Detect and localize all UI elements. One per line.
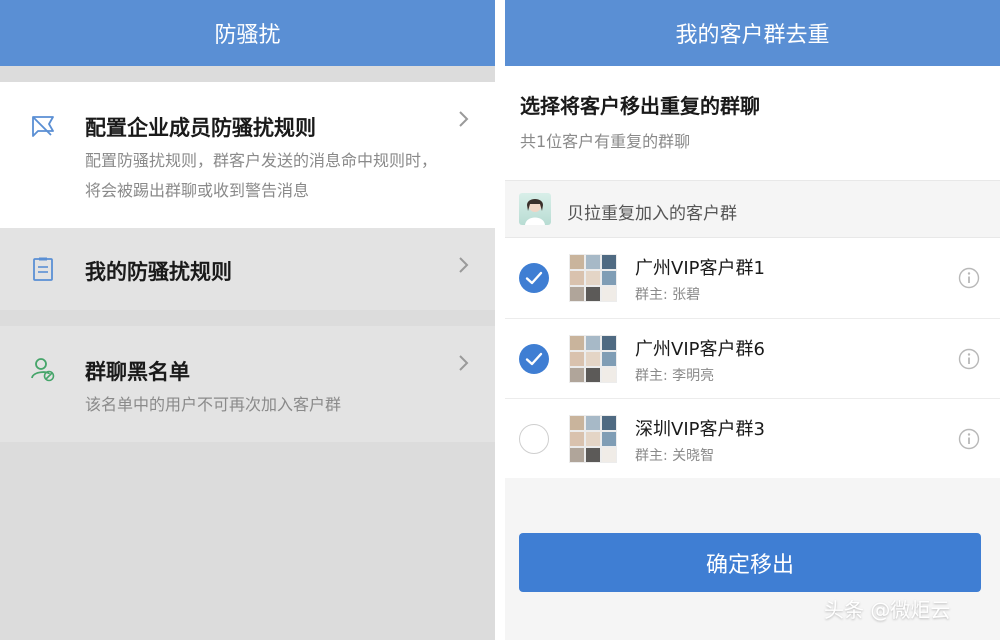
right-header-title: 我的客户群去重 <box>675 23 830 48</box>
page-subtitle: 共1位客户有重复的群聊 <box>520 132 691 151</box>
duplicate-customer-section: 贝拉重复加入的客户群 <box>505 180 1000 238</box>
clipboard-icon <box>33 257 53 281</box>
group-list: 广州VIP客户群1 群主: 张碧 广州VIP客户群6 群主: 李明亮 深圳VIP… <box>505 238 1000 478</box>
group-row[interactable]: 深圳VIP客户群3 群主: 关晓智 <box>505 398 1000 479</box>
checkbox-checked[interactable] <box>519 344 549 374</box>
group-avatar-grid <box>569 254 617 302</box>
confirm-remove-button[interactable]: 确定移出 <box>519 533 981 592</box>
info-icon[interactable] <box>958 348 980 370</box>
group-row[interactable]: 广州VIP客户群6 群主: 李明亮 <box>505 318 1000 399</box>
group-avatar-grid <box>569 415 617 463</box>
section-label: 贝拉重复加入的客户群 <box>567 204 737 224</box>
info-icon[interactable] <box>958 428 980 450</box>
group-owner: 群主: 关晓智 <box>635 448 715 464</box>
group-row[interactable]: 广州VIP客户群1 群主: 张碧 <box>505 238 1000 318</box>
right-panel: 我的客户群去重 选择将客户移出重复的群聊 共1位客户有重复的群聊 贝拉重复加入的… <box>505 0 1000 640</box>
customer-avatar <box>519 193 551 225</box>
checkmark-icon <box>525 271 543 285</box>
watermark: 头条 @微炬云 <box>824 598 951 622</box>
menu-item-my-rules[interactable]: 我的防骚扰规则 <box>0 228 495 310</box>
menu-item-configure-rules[interactable]: 配置企业成员防骚扰规则 配置防骚扰规则，群客户发送的消息命中规则时，将会被踢出群… <box>0 82 495 228</box>
group-owner: 群主: 李明亮 <box>635 368 715 384</box>
checkbox-unchecked[interactable] <box>519 424 549 454</box>
chevron-right-icon <box>459 355 469 371</box>
chevron-right-icon <box>459 257 469 273</box>
checkbox-checked[interactable] <box>519 263 549 293</box>
left-header: 防骚扰 <box>0 0 495 66</box>
group-name: 广州VIP客户群1 <box>635 258 765 279</box>
checkmark-icon <box>525 352 543 366</box>
flag-icon <box>32 116 54 137</box>
menu-item-blacklist[interactable]: 群聊黑名单 该名单中的用户不可再次加入客户群 <box>0 326 495 442</box>
intro-block: 选择将客户移出重复的群聊 共1位客户有重复的群聊 <box>505 66 1000 180</box>
group-avatar-grid <box>569 335 617 383</box>
menu-item-title: 我的防骚扰规则 <box>85 260 232 284</box>
page-title: 选择将客户移出重复的群聊 <box>520 94 760 118</box>
right-header: 我的客户群去重 <box>505 0 1000 66</box>
group-name: 广州VIP客户群6 <box>635 339 765 360</box>
info-icon[interactable] <box>958 267 980 289</box>
user-block-icon <box>31 358 55 382</box>
group-owner: 群主: 张碧 <box>635 287 701 303</box>
chevron-right-icon <box>459 111 469 127</box>
menu-item-title: 群聊黑名单 <box>85 360 190 384</box>
left-panel: 防骚扰 配置企业成员防骚扰规则 配置防骚扰规则，群客户发送的消息命中规则时，将会… <box>0 0 495 640</box>
menu-item-desc: 该名单中的用户不可再次加入客户群 <box>85 395 342 414</box>
menu-item-desc: 配置防骚扰规则，群客户发送的消息命中规则时，将会被踢出群聊或收到警告消息 <box>85 151 438 200</box>
left-header-title: 防骚扰 <box>214 23 281 48</box>
group-name: 深圳VIP客户群3 <box>635 419 765 440</box>
menu-item-title: 配置企业成员防骚扰规则 <box>85 116 316 140</box>
